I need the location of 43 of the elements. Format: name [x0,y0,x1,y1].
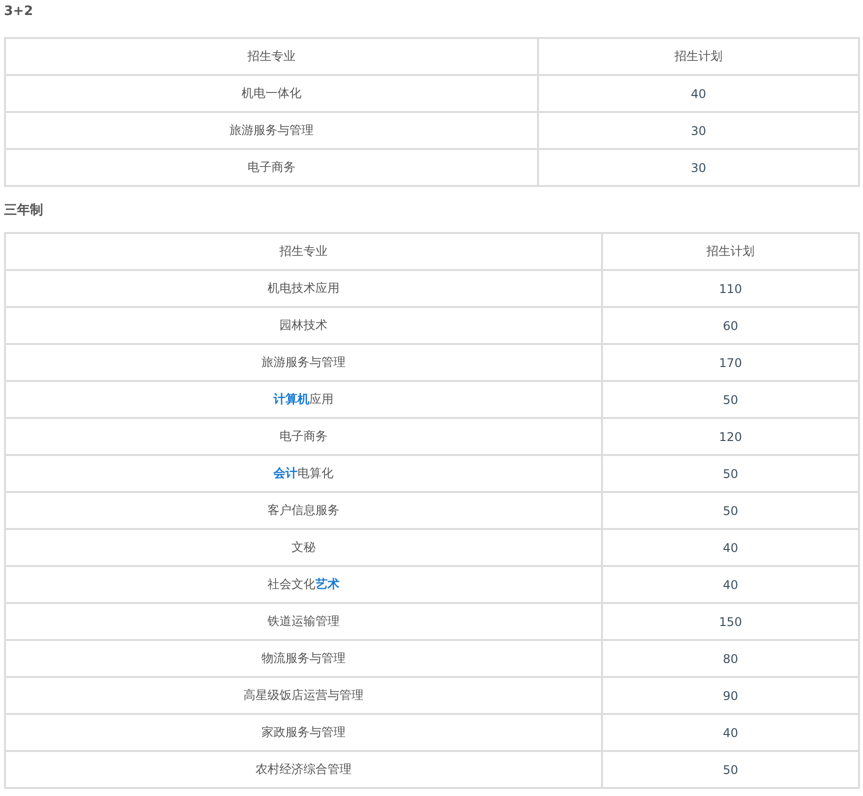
cell-text: 电算化 [298,466,334,480]
table-cell: 40 [538,75,859,112]
table-cell: 30 [538,149,859,186]
table-cell: 机电技术应用 [5,270,602,307]
header-cell: 招生专业 [5,38,538,75]
table-cell: 40 [602,529,859,566]
table-cell: 物流服务与管理 [5,640,602,677]
table-cell: 40 [602,566,859,603]
table-cell: 铁道运输管理 [5,603,602,640]
table-cell: 150 [602,603,859,640]
section-heading: 三年制 [4,202,43,220]
table-cell: 客户信息服务 [5,492,602,529]
table-cell: 80 [602,640,859,677]
section-heading: 3+2 [4,3,33,21]
table-cell: 110 [602,270,859,307]
table-cell: 园林技术 [5,307,602,344]
table-cell: 50 [602,455,859,492]
cell-text: 应用 [310,392,334,406]
table-cell: 50 [602,492,859,529]
table-cell: 文秘 [5,529,602,566]
table-cell: 电子商务 [5,149,538,186]
table-cell: 家政服务与管理 [5,714,602,751]
header-cell: 招生计划 [602,233,859,270]
table-cell: 旅游服务与管理 [5,112,538,149]
table-cell: 农村经济综合管理 [5,751,602,788]
table-cell: 170 [602,344,859,381]
table-cell: 旅游服务与管理 [5,344,602,381]
header-cell: 招生计划 [538,38,859,75]
table-cell: 高星级饭店运营与管理 [5,677,602,714]
table-cell: 50 [602,381,859,418]
major-link[interactable]: 会计 [274,466,298,480]
table-cell: 120 [602,418,859,455]
table-cell: 电子商务 [5,418,602,455]
table-cell: 30 [538,112,859,149]
table-cell: 60 [602,307,859,344]
table-cell: 机电一体化 [5,75,538,112]
major-link[interactable]: 计算机 [274,392,310,406]
major-link[interactable]: 艺术 [316,577,340,591]
table-cell: 40 [602,714,859,751]
cell-text: 社会文化 [268,577,316,591]
table-cell: 90 [602,677,859,714]
header-cell: 招生专业 [5,233,602,270]
table-cell: 50 [602,751,859,788]
